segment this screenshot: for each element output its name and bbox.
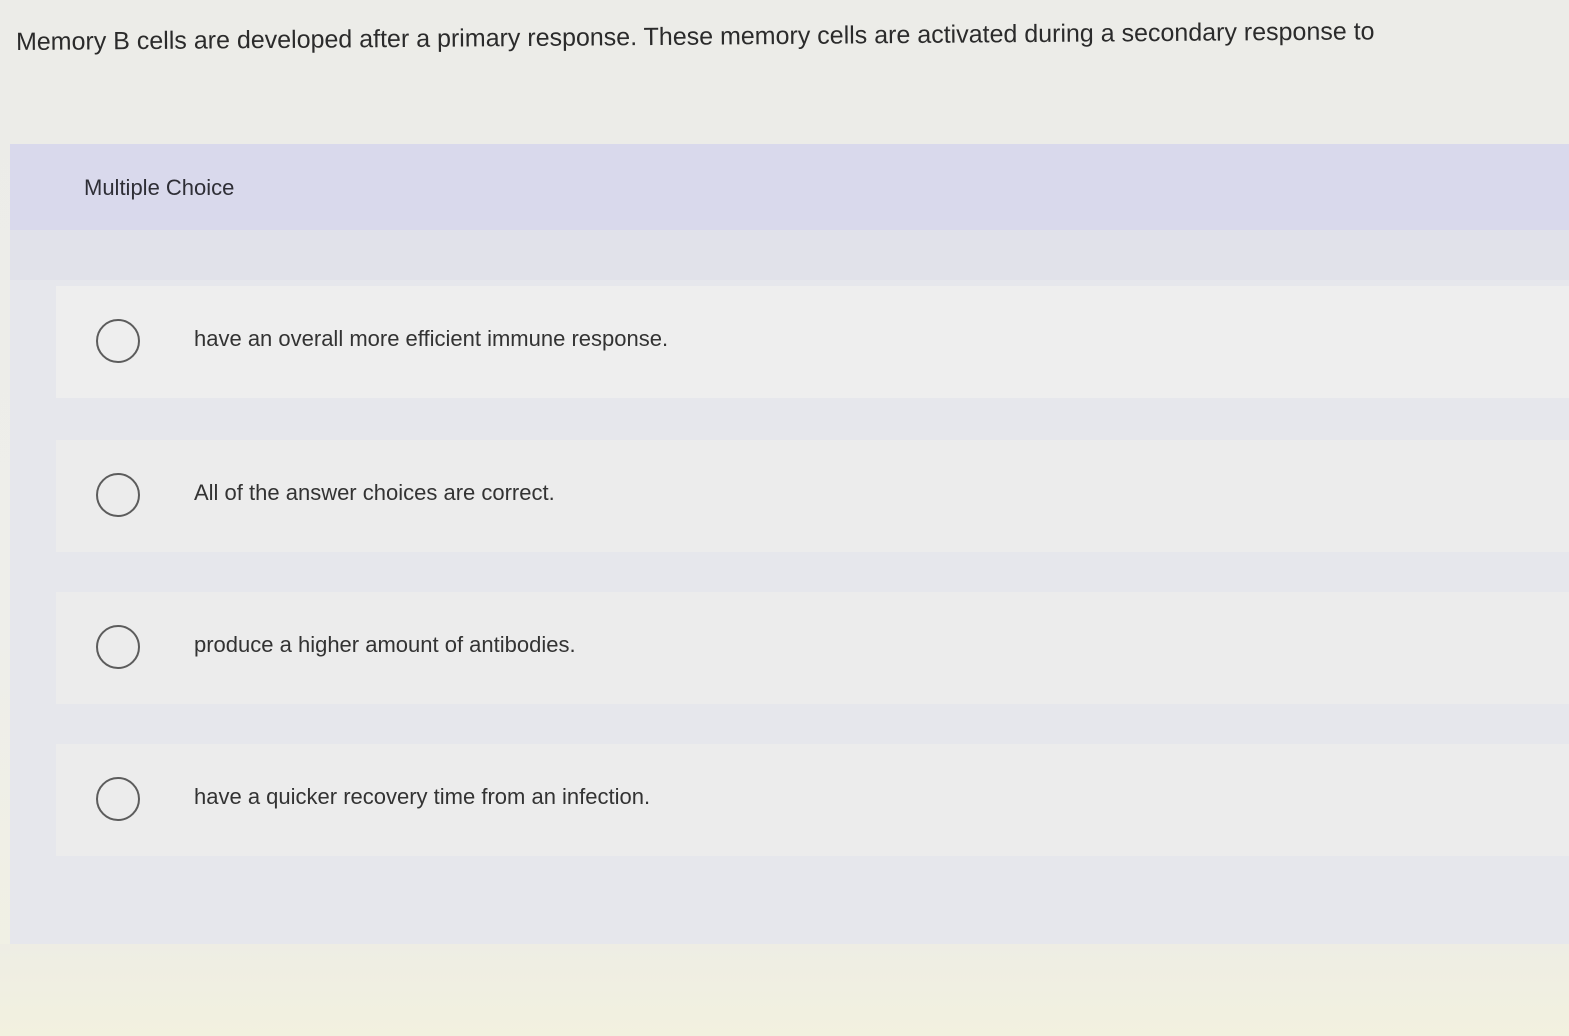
answer-option-3-label: produce a higher amount of antibodies. bbox=[194, 632, 576, 657]
answer-option-1-label: have an overall more efficient immune re… bbox=[194, 326, 669, 351]
radio-button-4[interactable] bbox=[96, 777, 140, 821]
radio-button-3[interactable] bbox=[96, 625, 140, 669]
multiple-choice-label: Multiple Choice bbox=[84, 175, 235, 200]
question-text: Memory B cells are developed after a pri… bbox=[15, 17, 1375, 56]
radio-button-1[interactable] bbox=[96, 319, 140, 363]
answer-option-4-label: have a quicker recovery time from an inf… bbox=[194, 784, 651, 809]
answer-option-4[interactable]: have a quicker recovery time from an inf… bbox=[56, 744, 1569, 856]
header-divider-band bbox=[10, 230, 1569, 280]
multiple-choice-panel: Multiple Choice have an overall more eff… bbox=[10, 144, 1569, 944]
answer-option-2-label: All of the answer choices are correct. bbox=[194, 480, 555, 505]
multiple-choice-header: Multiple Choice bbox=[10, 144, 1569, 230]
answer-option-1[interactable]: have an overall more efficient immune re… bbox=[56, 286, 1569, 398]
page-bottom-area bbox=[0, 944, 1569, 1036]
answer-option-2[interactable]: All of the answer choices are correct. bbox=[56, 440, 1569, 552]
radio-button-2[interactable] bbox=[96, 473, 140, 517]
answer-option-3[interactable]: produce a higher amount of antibodies. bbox=[56, 592, 1569, 704]
